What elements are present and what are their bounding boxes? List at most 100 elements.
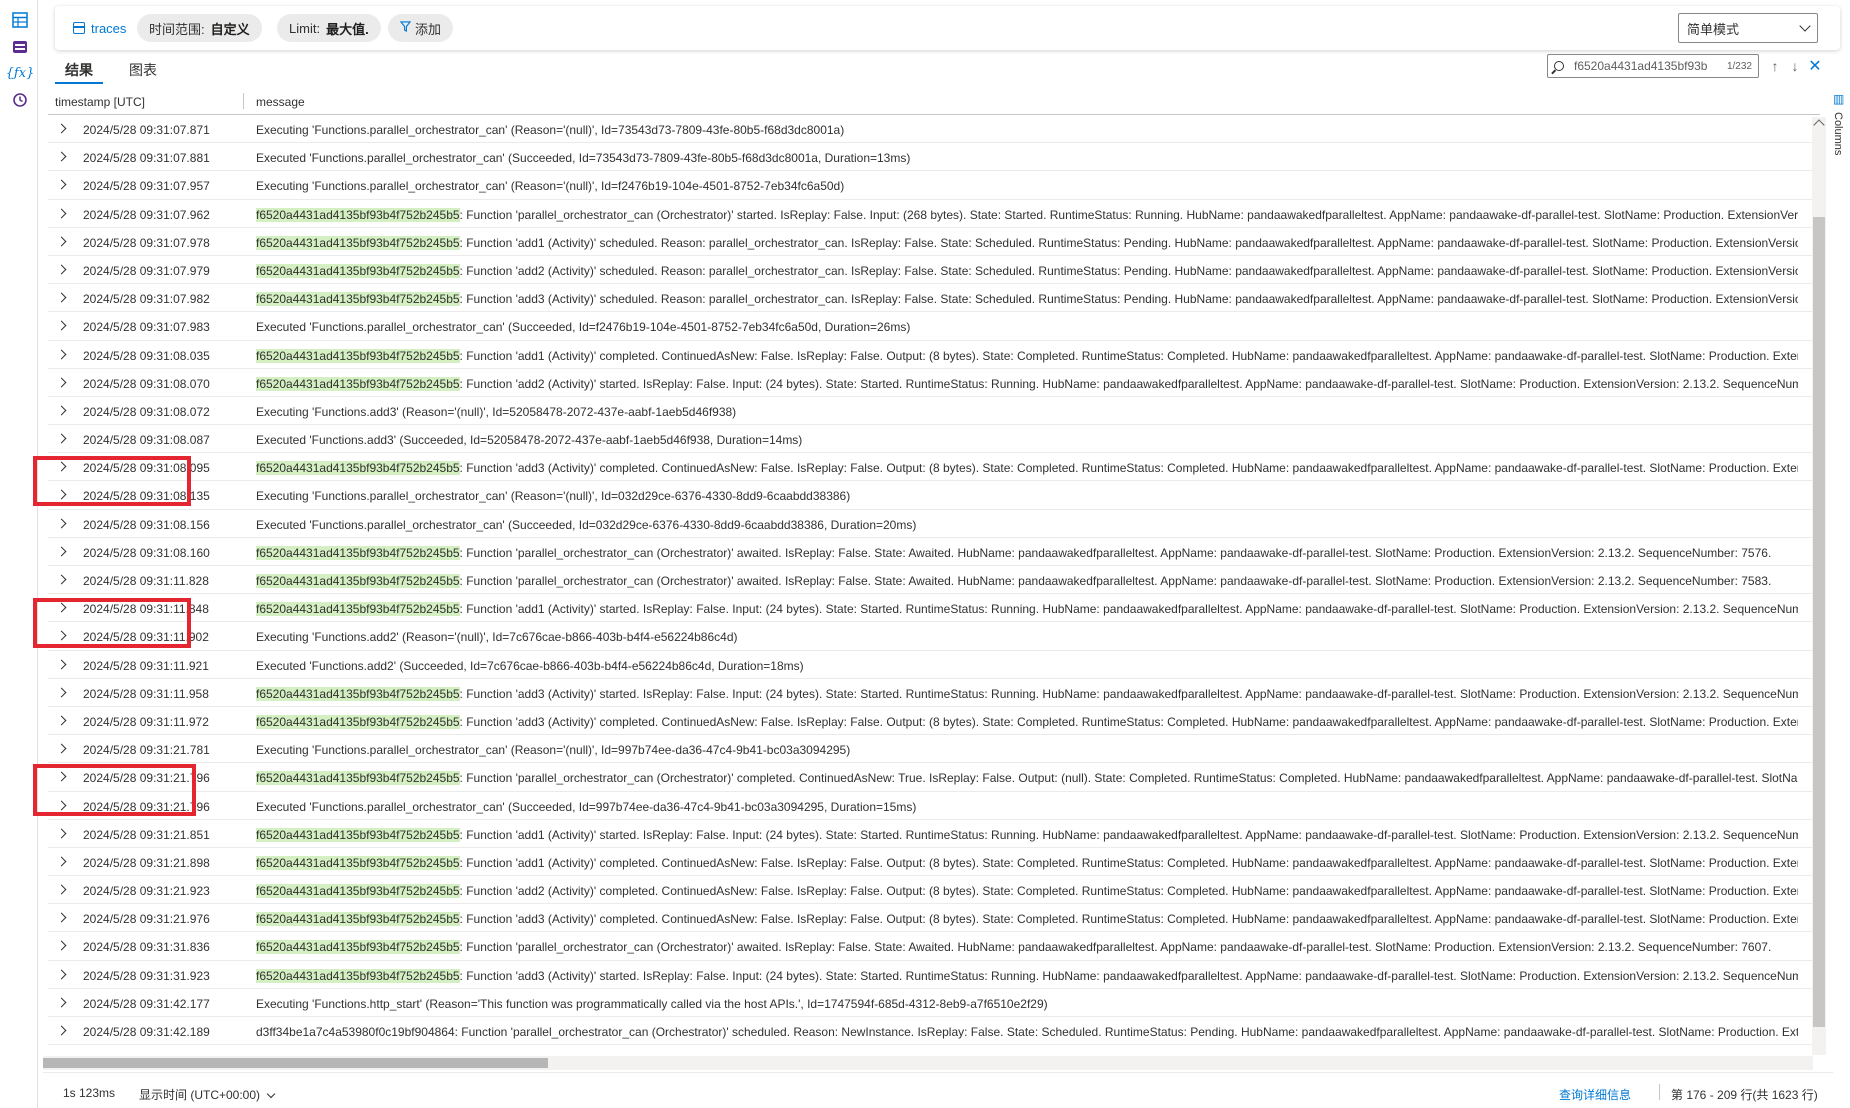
expand-chevron-icon[interactable] (56, 179, 67, 190)
expand-chevron-icon[interactable] (56, 1025, 67, 1036)
query-details-link[interactable]: 查询详细信息 (1559, 1086, 1631, 1103)
expand-chevron-icon[interactable] (56, 349, 67, 359)
table-row[interactable]: 2024/5/28 09:31:08.156 Executed 'Function… (48, 510, 1820, 538)
table-row[interactable]: 2024/5/28 09:31:08.160 f6520a4431ad4135bf… (48, 538, 1820, 566)
database-icon[interactable] (11, 38, 29, 56)
table-row[interactable]: 2024/5/28 09:31:42.189 d3ff34be1a7c4a5398… (48, 1017, 1820, 1046)
table-row[interactable]: 2024/5/28 09:31:08.070 f6520a4431ad4135bf… (48, 369, 1820, 397)
column-header-timestamp[interactable]: timestamp [UTC] (55, 95, 145, 109)
row-message: Executing 'Functions.add3' (Reason='(nul… (256, 405, 1798, 419)
search-highlight: f6520a4431ad4135bf93b4f752b245b5 (256, 235, 460, 250)
table-row[interactable]: 2024/5/28 09:31:08.087 Executed 'Function… (48, 425, 1820, 454)
vertical-scroll-thumb[interactable] (1813, 217, 1825, 1027)
table-row[interactable]: 2024/5/28 09:31:08.035 f6520a4431ad4135bf… (48, 341, 1820, 369)
search-highlight: f6520a4431ad4135bf93b4f752b245b5 (256, 714, 460, 729)
table-row[interactable]: 2024/5/28 09:31:07.962 f6520a4431ad4135bf… (48, 200, 1820, 228)
expand-chevron-icon[interactable] (56, 940, 67, 951)
expand-chevron-icon[interactable] (56, 715, 67, 726)
table-row[interactable]: 2024/5/28 09:31:11.921 Executed 'Function… (48, 651, 1820, 679)
expand-chevron-icon[interactable] (56, 151, 67, 162)
row-timestamp: 2024/5/28 09:31:08.156 (83, 517, 210, 532)
expand-chevron-icon[interactable] (56, 659, 67, 670)
row-message-text: Executed 'Functions.parallel_orchestrato… (256, 799, 917, 814)
table-row[interactable]: 2024/5/28 09:31:11.958 f6520a4431ad4135bf… (48, 679, 1820, 707)
expand-chevron-icon[interactable] (56, 828, 67, 839)
columns-side-panel[interactable]: ▥ Columns (1830, 92, 1850, 272)
add-filter-button[interactable]: 添加 (388, 14, 454, 42)
table-row[interactable]: 2024/5/28 09:31:21.898 f6520a4431ad4135bf… (48, 848, 1820, 877)
table-row[interactable]: 2024/5/28 09:31:11.828 f6520a4431ad4135bf… (48, 566, 1820, 595)
expand-chevron-icon[interactable] (56, 969, 67, 980)
search-highlight: f6520a4431ad4135bf93b4f752b245b5 (256, 574, 460, 588)
table-row[interactable]: 2024/5/28 09:31:07.982 f6520a4431ad4135bf… (48, 284, 1820, 313)
search-highlight: f6520a4431ad4135bf93b4f752b245b5 (256, 348, 460, 363)
expand-chevron-icon[interactable] (56, 292, 67, 303)
arrow-down-icon[interactable]: ↓ (1786, 55, 1804, 77)
expand-chevron-icon[interactable] (56, 123, 67, 134)
table-row[interactable]: 2024/5/28 09:31:21.781 Executing 'Functio… (48, 735, 1820, 764)
expand-chevron-icon[interactable] (56, 997, 67, 1008)
expand-chevron-icon[interactable] (56, 687, 67, 698)
expand-chevron-icon[interactable] (56, 856, 67, 867)
table-row[interactable]: 2024/5/28 09:31:21.851 f6520a4431ad4135bf… (48, 820, 1820, 848)
table-row[interactable]: 2024/5/28 09:31:08.072 Executing 'Functio… (48, 397, 1820, 426)
table-row[interactable]: 2024/5/28 09:31:07.983 Executed 'Function… (48, 312, 1820, 341)
table-icon[interactable] (11, 11, 29, 29)
table-row[interactable]: 2024/5/28 09:31:42.177 Executing 'Functio… (48, 989, 1820, 1017)
display-time-dropdown[interactable]: 显示时间 (UTC+00:00) (139, 1086, 276, 1103)
table-row[interactable]: 2024/5/28 09:31:21.923 f6520a4431ad4135bf… (48, 876, 1820, 905)
tab-chart[interactable]: 图表 (119, 56, 167, 84)
table-row[interactable]: 2024/5/28 09:31:21.796 Executed 'Function… (48, 792, 1820, 820)
annotation-box (33, 456, 191, 506)
expand-chevron-icon[interactable] (56, 377, 67, 388)
arrow-up-icon[interactable]: ↑ (1766, 55, 1784, 77)
table-row[interactable]: 2024/5/28 09:31:07.978 f6520a4431ad4135bf… (48, 228, 1820, 256)
expand-chevron-icon[interactable] (56, 743, 67, 754)
vertical-scrollbar[interactable] (1812, 117, 1826, 1055)
scroll-up-icon[interactable] (1813, 119, 1825, 131)
grid-search-query[interactable]: f6520a4431ad4135bf93b (1574, 59, 1723, 73)
table-row[interactable]: 2024/5/28 09:31:07.871 Executing 'Functio… (48, 115, 1820, 144)
function-icon[interactable]: {ƒx} (6, 64, 35, 82)
table-row[interactable]: 2024/5/28 09:31:11.972 f6520a4431ad4135bf… (48, 707, 1820, 736)
expand-chevron-icon[interactable] (56, 405, 67, 416)
row-message: Executing 'Functions.add2' (Reason='(nul… (256, 630, 1798, 644)
row-message-text: : Function 'add3 (Activity)' completed. … (459, 912, 1798, 927)
column-resize-handle[interactable] (243, 93, 244, 109)
history-icon[interactable] (11, 91, 29, 109)
mode-dropdown[interactable]: 简单模式 (1678, 13, 1818, 43)
time-range-filter[interactable]: 时间范围: 自定义 (137, 14, 262, 42)
search-highlight: f6520a4431ad4135bf93b4f752b245b5 (256, 263, 460, 278)
horizontal-scroll-thumb[interactable] (43, 1058, 548, 1068)
limit-filter[interactable]: Limit: 最大值. (277, 14, 381, 42)
close-icon[interactable]: ✕ (1806, 55, 1824, 77)
expand-chevron-icon[interactable] (56, 264, 67, 275)
table-row[interactable]: 2024/5/28 09:31:21.796 f6520a4431ad4135bf… (48, 763, 1820, 792)
search-highlight: f6520a4431ad4135bf93b4f752b245b5 (256, 292, 460, 307)
expand-chevron-icon[interactable] (56, 236, 67, 247)
table-row[interactable]: 2024/5/28 09:31:31.923 f6520a4431ad4135bf… (48, 961, 1820, 989)
tab-results[interactable]: 结果 (55, 56, 103, 84)
table-row[interactable]: 2024/5/28 09:31:31.836 f6520a4431ad4135bf… (48, 932, 1820, 961)
table-row[interactable]: 2024/5/28 09:31:07.881 Executed 'Function… (48, 143, 1820, 172)
expand-chevron-icon[interactable] (56, 884, 67, 895)
column-header-message[interactable]: message (256, 95, 305, 109)
table-row[interactable]: 2024/5/28 09:31:21.976 f6520a4431ad4135bf… (48, 904, 1820, 933)
table-pill[interactable]: traces (65, 14, 138, 42)
display-time-label: 显示时间 (UTC+00:00) (139, 1088, 261, 1102)
grid-search-box[interactable]: f6520a4431ad4135bf93b 1/232 (1547, 54, 1759, 78)
table-row[interactable]: 2024/5/28 09:31:08.135 Executing 'Functio… (48, 481, 1820, 510)
table-row[interactable]: 2024/5/28 09:31:08.095 f6520a4431ad4135bf… (48, 453, 1820, 482)
expand-chevron-icon[interactable] (56, 433, 67, 444)
expand-chevron-icon[interactable] (56, 574, 67, 585)
table-row[interactable]: 2024/5/28 09:31:11.902 Executing 'Functio… (48, 622, 1820, 651)
horizontal-scrollbar[interactable] (43, 1056, 1813, 1070)
table-row[interactable]: 2024/5/28 09:31:11.848 f6520a4431ad4135bf… (48, 594, 1820, 623)
table-row[interactable]: 2024/5/28 09:31:07.957 Executing 'Functio… (48, 171, 1820, 200)
expand-chevron-icon[interactable] (56, 208, 67, 219)
expand-chevron-icon[interactable] (56, 518, 67, 529)
table-row[interactable]: 2024/5/28 09:31:07.979 f6520a4431ad4135bf… (48, 256, 1820, 285)
expand-chevron-icon[interactable] (56, 546, 67, 557)
expand-chevron-icon[interactable] (56, 320, 67, 331)
expand-chevron-icon[interactable] (56, 912, 67, 923)
